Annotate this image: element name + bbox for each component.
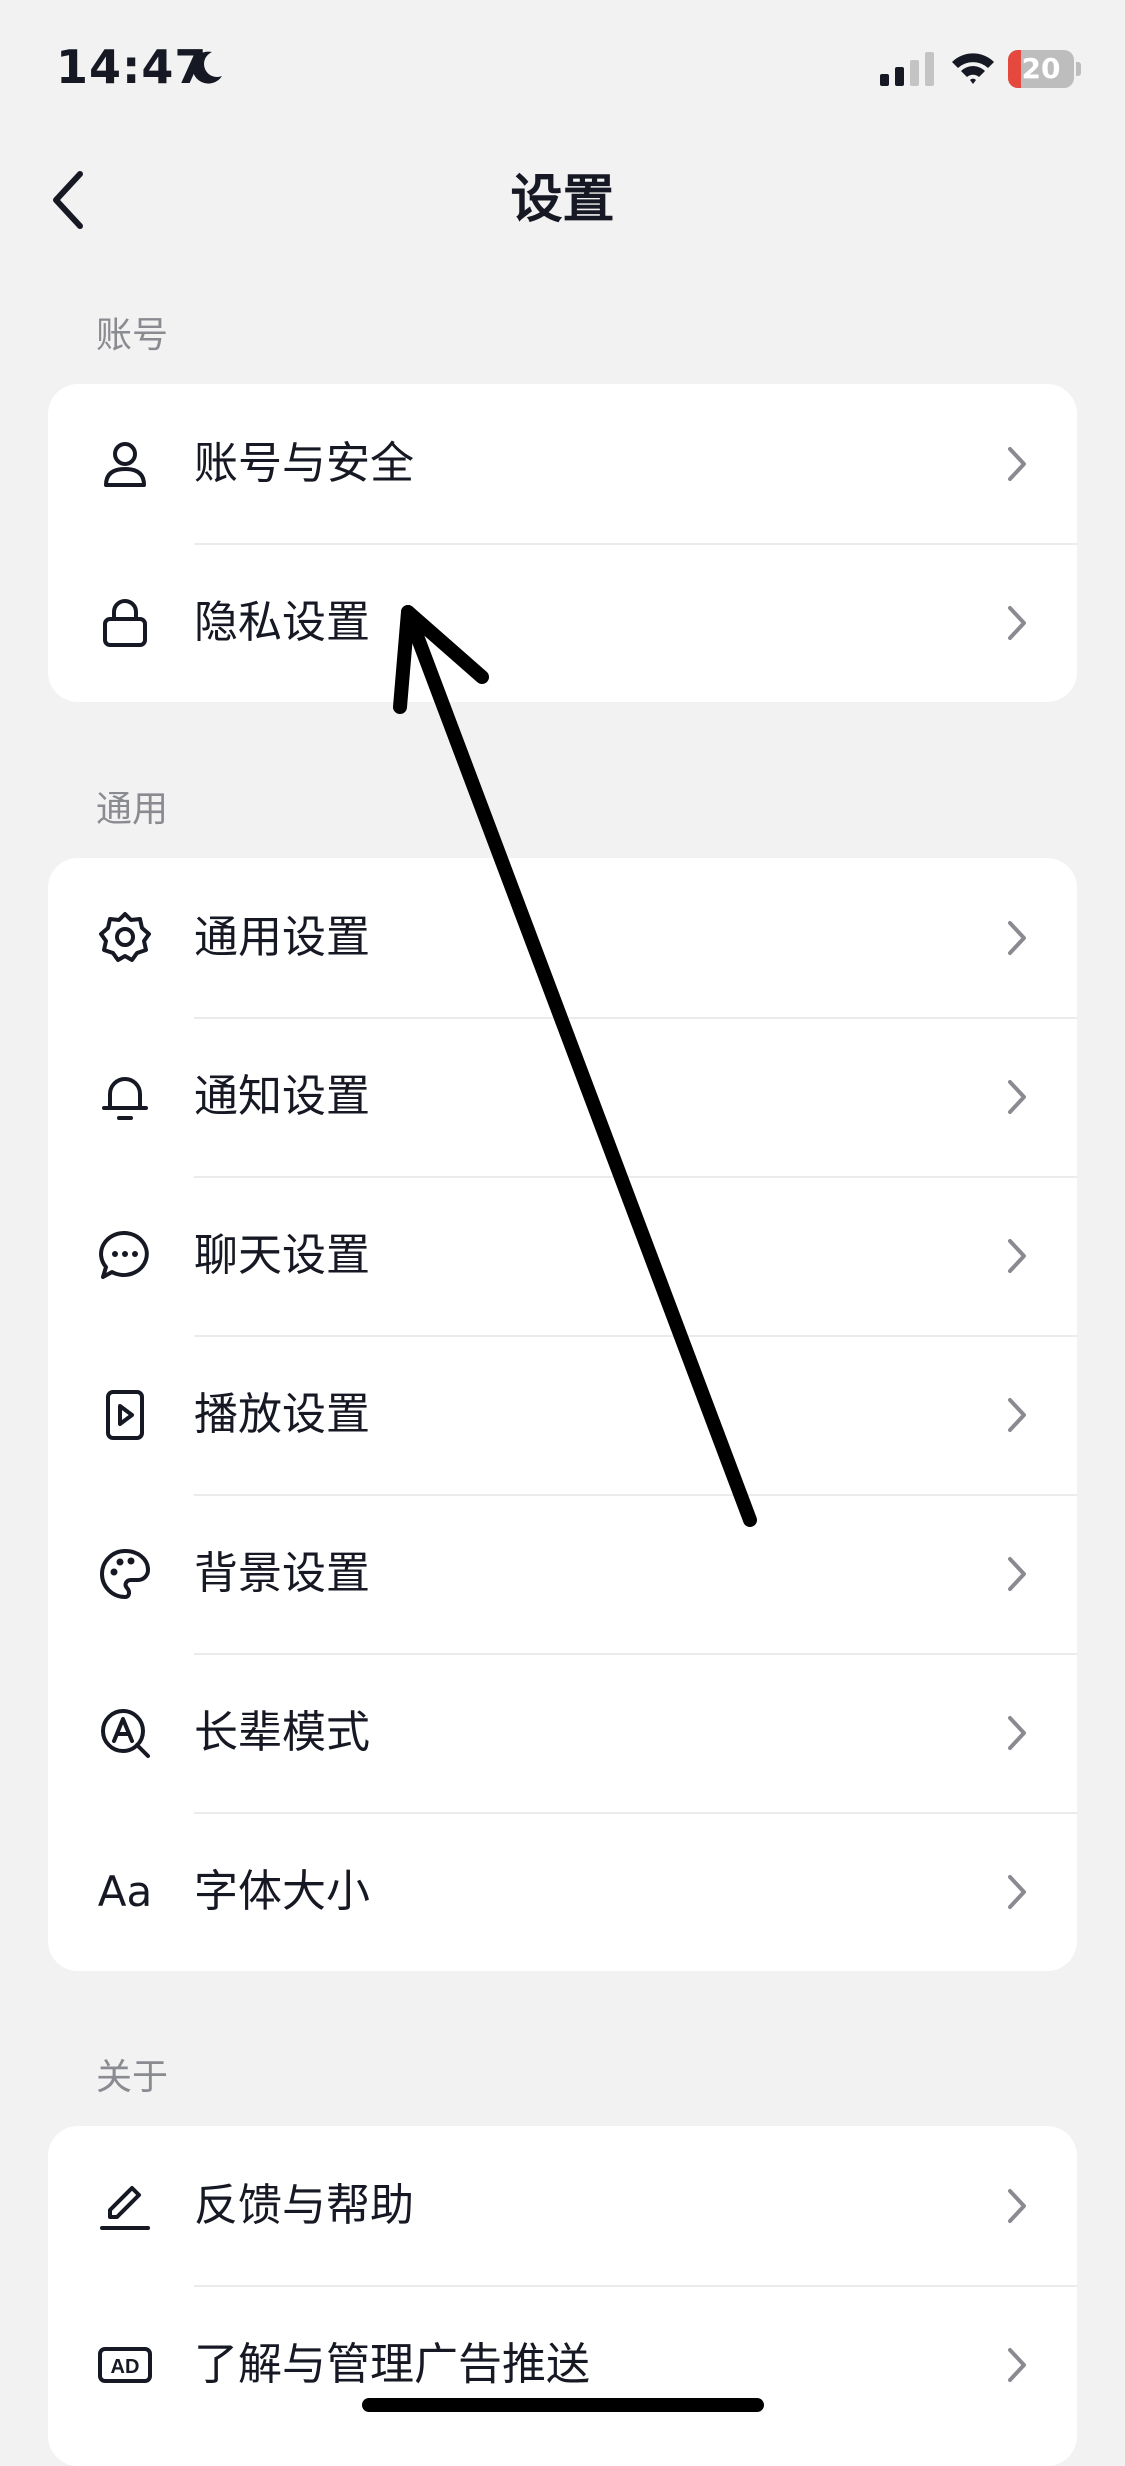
bell-icon [96, 1068, 154, 1126]
pencil-icon [96, 2177, 154, 2235]
lock-icon [96, 594, 154, 652]
chevron-right-icon [1008, 920, 1026, 955]
setting-label: 隐私设置 [194, 596, 370, 648]
ad-icon: AD [96, 2336, 154, 2394]
setting-playback[interactable]: 播放设置 [48, 1335, 1077, 1494]
setting-label: 通用设置 [194, 911, 370, 963]
chevron-right-icon [1008, 2188, 1026, 2223]
palette-icon [96, 1545, 154, 1603]
chevron-right-icon [1008, 1715, 1026, 1750]
setting-label: 播放设置 [194, 1388, 370, 1440]
chevron-right-icon [1008, 1079, 1026, 1114]
section-label-general: 通用 [96, 789, 169, 830]
chevron-right-icon [1008, 1238, 1026, 1273]
card-account: 账号与安全 隐私设置 [48, 384, 1077, 702]
setting-label: 聊天设置 [194, 1229, 370, 1281]
chat-bubble-icon [96, 1227, 154, 1285]
wifi-icon [952, 53, 994, 84]
chevron-right-icon [1008, 446, 1026, 481]
gear-icon [96, 909, 154, 967]
card-general: 通用设置 通知设置 聊天设置 播放设置 背景设置 长辈模式 Aa 字体大小 [48, 858, 1077, 1971]
moon-icon [192, 51, 222, 84]
play-icon [96, 1386, 154, 1444]
home-indicator[interactable] [362, 2398, 764, 2412]
setting-chat[interactable]: 聊天设置 [48, 1176, 1077, 1335]
page-title: 设置 [510, 170, 615, 230]
section-label-account: 账号 [96, 315, 169, 356]
cellular-signal-icon [880, 52, 934, 86]
setting-account-security[interactable]: 账号与安全 [48, 384, 1077, 543]
setting-notification[interactable]: 通知设置 [48, 1017, 1077, 1176]
battery-icon: 20 [1008, 50, 1082, 88]
chevron-right-icon [1008, 1397, 1026, 1432]
setting-font-size[interactable]: Aa 字体大小 [48, 1812, 1077, 1971]
status-bar: 14:47 20 [0, 0, 1125, 140]
setting-label: 反馈与帮助 [194, 2179, 414, 2231]
setting-label: 背景设置 [194, 1547, 370, 1599]
card-about: 反馈与帮助 AD 了解与管理广告推送 [48, 2126, 1077, 2466]
setting-label: 了解与管理广告推送 [194, 2338, 590, 2390]
battery-level: 20 [1021, 52, 1061, 85]
chevron-right-icon [1008, 1556, 1026, 1591]
setting-label: 长辈模式 [194, 1706, 370, 1758]
setting-privacy[interactable]: 隐私设置 [48, 543, 1077, 702]
setting-ad-management[interactable]: AD 了解与管理广告推送 [48, 2285, 1077, 2444]
setting-feedback[interactable]: 反馈与帮助 [48, 2126, 1077, 2285]
setting-elder-mode[interactable]: 长辈模式 [48, 1653, 1077, 1812]
section-label-about: 关于 [96, 2057, 169, 2098]
chevron-right-icon [1008, 2347, 1026, 2382]
ad-icon-text: AD [111, 2356, 140, 2378]
person-icon [96, 435, 154, 493]
setting-background[interactable]: 背景设置 [48, 1494, 1077, 1653]
chevron-right-icon [1008, 1874, 1026, 1909]
setting-general[interactable]: 通用设置 [48, 858, 1077, 1017]
font-size-icon: Aa [97, 1867, 153, 1916]
nav-bar: 设置 [0, 150, 1125, 250]
setting-label: 账号与安全 [194, 437, 414, 489]
setting-label: 字体大小 [194, 1865, 370, 1917]
elder-mode-icon [96, 1704, 154, 1762]
status-time: 14:47 [56, 40, 208, 94]
setting-label: 通知设置 [194, 1070, 370, 1122]
chevron-right-icon [1008, 605, 1026, 640]
